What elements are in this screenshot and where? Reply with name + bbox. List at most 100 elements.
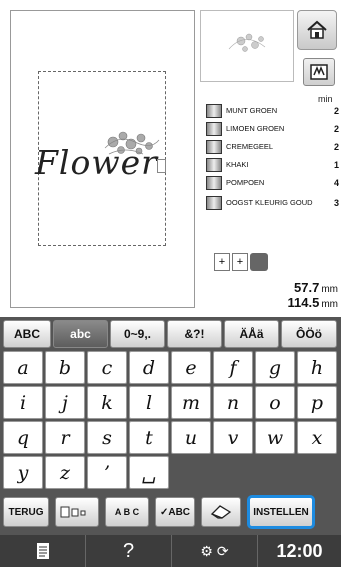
color-name: LIMOEN GROEN: [226, 124, 285, 133]
color-name: POMPOEN: [226, 178, 265, 187]
set-button[interactable]: INSTELLEN: [247, 495, 315, 529]
key-space[interactable]: ␣: [129, 456, 169, 489]
key-x[interactable]: x: [297, 421, 337, 454]
document-icon: [36, 543, 49, 559]
embroidery-screen: Flower m i n MUNT GROEN 2 LIMOEN GROEN 2 C…: [0, 0, 341, 567]
key-u[interactable]: u: [171, 421, 211, 454]
design-dimensions: 57.7 mm 114.5 mm: [220, 280, 339, 310]
key-d[interactable]: d: [129, 351, 169, 384]
color-minutes: 3: [333, 198, 339, 208]
key-t[interactable]: t: [129, 421, 169, 454]
key-o[interactable]: o: [255, 386, 295, 419]
key-z[interactable]: z: [45, 456, 85, 489]
eraser-icon: [210, 505, 232, 519]
keyboard-keys: a b c d e f g h i j k l m n o p q r s t …: [3, 351, 341, 491]
memory-icon: [310, 64, 328, 80]
tab-symbols[interactable]: &?!: [167, 320, 222, 348]
key-f[interactable]: f: [213, 351, 253, 384]
home-button[interactable]: [297, 10, 337, 50]
thread-spool-icon: [206, 158, 222, 172]
key-s[interactable]: s: [87, 421, 127, 454]
bottom-toolbar: TERUG A B C ✓ABC INSTELLEN: [3, 495, 341, 529]
thread-tools: + +: [214, 253, 274, 277]
key-j[interactable]: j: [45, 386, 85, 419]
tab-accented-o[interactable]: ÔÖö: [281, 320, 337, 348]
key-l[interactable]: l: [129, 386, 169, 419]
width-value: 114.5: [287, 295, 320, 310]
key-e[interactable]: e: [171, 351, 211, 384]
key-b[interactable]: b: [45, 351, 85, 384]
color-name: MUNT GROEN: [226, 106, 278, 115]
color-minutes: 1: [333, 160, 339, 170]
status-bar: ? ⚙ ⟳ 12:00: [0, 535, 341, 567]
height-readout: 57.7 mm: [220, 280, 338, 295]
color-name: CREMEGEEL: [226, 142, 274, 151]
key-m[interactable]: m: [171, 386, 211, 419]
width-readout: 114.5 mm: [220, 295, 339, 310]
check-abc-button[interactable]: ✓ABC: [155, 497, 195, 527]
tab-uppercase[interactable]: ABC: [3, 320, 51, 348]
key-row: i j k l m n o p: [3, 386, 341, 419]
key-g[interactable]: g: [255, 351, 295, 384]
key-h[interactable]: h: [297, 351, 337, 384]
width-unit: mm: [321, 299, 338, 310]
color-minutes: 2: [333, 106, 339, 116]
arc-text-button[interactable]: A B C: [105, 497, 149, 527]
thread-next-icon[interactable]: +: [232, 253, 248, 271]
eraser-button[interactable]: [201, 497, 241, 527]
color-row: MUNT GROEN 2: [206, 102, 339, 120]
color-row: LIMOEN GROEN 2: [206, 120, 339, 138]
design-preview: [200, 10, 294, 82]
thread-settings-button[interactable]: ⚙ ⟳: [172, 535, 258, 567]
text-cursor: [157, 159, 166, 173]
key-row: y z ’ ␣: [3, 456, 341, 489]
thread-spool-gray-icon: [250, 253, 268, 271]
color-name: OOGST KLEURIG GOUD: [226, 198, 313, 207]
tab-numbers[interactable]: 0~9,.: [110, 320, 165, 348]
color-row: POMPOEN 4: [206, 174, 339, 192]
color-minutes: 2: [333, 142, 339, 152]
color-row: KHAKI 1: [206, 156, 339, 174]
key-v[interactable]: v: [213, 421, 253, 454]
tab-lowercase[interactable]: abc: [53, 320, 108, 348]
memory-button[interactable]: [303, 58, 335, 86]
document-button[interactable]: [0, 535, 86, 567]
thread-add-icon[interactable]: +: [214, 253, 230, 271]
color-row: CREMEGEEL 2: [206, 138, 339, 156]
arc-text-label: A B C: [114, 507, 140, 517]
height-value: 57.7: [294, 280, 320, 295]
back-button[interactable]: TERUG: [3, 497, 49, 527]
key-r[interactable]: r: [45, 421, 85, 454]
layout-icon: [60, 506, 86, 518]
clock-time: 12:00: [276, 540, 323, 561]
thread-spool-icon: [206, 176, 222, 190]
layout-button[interactable]: [55, 497, 99, 527]
edit-canvas[interactable]: Flower: [10, 10, 195, 308]
home-icon: [307, 20, 327, 39]
key-a[interactable]: a: [3, 351, 43, 384]
key-p[interactable]: p: [297, 386, 337, 419]
key-n[interactable]: n: [213, 386, 253, 419]
keyboard-panel: ABC abc 0~9,. &?! ÄÅä ÔÖö a b c d e f g …: [0, 317, 341, 567]
embroidery-text: Flower: [35, 143, 158, 182]
color-row: OOGST KLEURIG GOUD 3: [206, 192, 339, 214]
thread-spool-icon: [206, 104, 222, 118]
key-q[interactable]: q: [3, 421, 43, 454]
help-button[interactable]: ?: [86, 535, 172, 567]
thread-settings-icon: ⚙ ⟳: [200, 542, 229, 559]
key-i[interactable]: i: [3, 386, 43, 419]
key-w[interactable]: w: [255, 421, 295, 454]
clock: 12:00: [258, 535, 341, 567]
key-row: a b c d e f g h: [3, 351, 341, 384]
key-y[interactable]: y: [3, 456, 43, 489]
key-c[interactable]: c: [87, 351, 127, 384]
thread-spool-icon: [206, 196, 222, 210]
height-unit: mm: [321, 284, 338, 295]
key-row: q r s t u v w x: [3, 421, 341, 454]
tab-accented-a[interactable]: ÄÅä: [224, 320, 279, 348]
color-minutes: 2: [333, 124, 339, 134]
color-name: KHAKI: [226, 160, 249, 169]
key-apostrophe[interactable]: ’: [87, 456, 127, 489]
thread-spool-icon: [206, 140, 222, 154]
key-k[interactable]: k: [87, 386, 127, 419]
